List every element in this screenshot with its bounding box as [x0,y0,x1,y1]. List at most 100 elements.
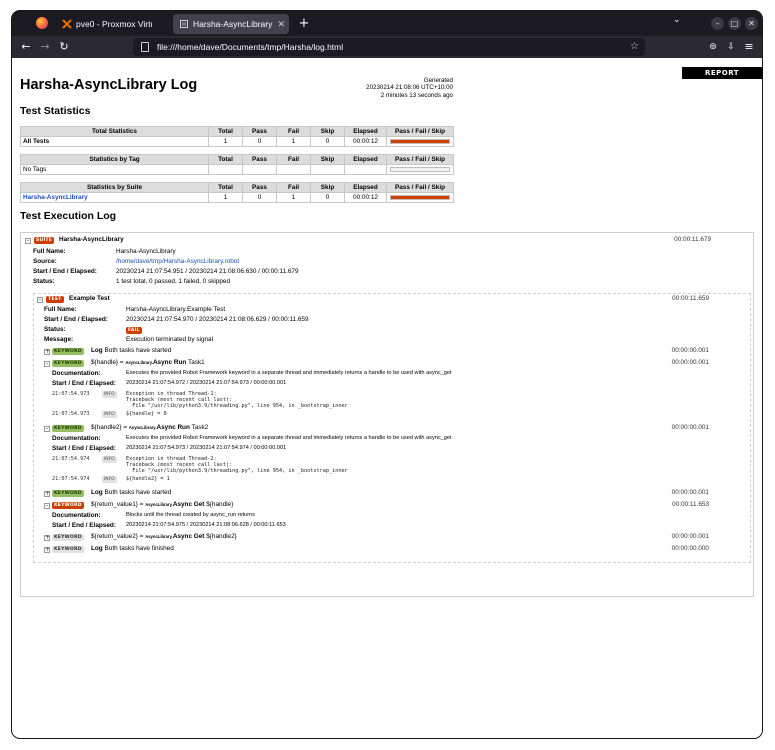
column-header[interactable]: Fail [276,182,311,193]
bookmark-star-icon[interactable]: ☆ [630,38,639,56]
tab-proxmox[interactable]: pve0 - Proxmox Virtual E [56,14,168,34]
suite-badge: SUITE [34,237,55,244]
list-all-tabs-icon[interactable]: ⌄ [673,15,681,25]
column-header[interactable]: Pass [242,154,277,165]
stat-name: All Tests [20,136,209,147]
suite-elapsed: 00:00:11.679 [674,236,711,243]
keyword-doc-label: Documentation: [52,370,101,377]
keyword-row[interactable]: ${handle2} = AsyncLibrary.Async Run Task… [91,424,208,431]
downloads-icon[interactable]: ⇩ [723,39,739,55]
keyword-badge: KEYWORD [52,348,84,355]
reload-button[interactable]: ↻ [56,39,72,55]
suite-full-name-label: Full Name: [33,248,66,255]
total-statistics-table: Total Statistics Total Pass Fail Skip El… [20,126,454,147]
minimize-button[interactable]: – [711,17,724,30]
info-badge: INFO [102,456,117,463]
column-header[interactable]: Total Statistics [20,126,209,137]
stat-graph [386,136,454,147]
column-header[interactable]: Skip [310,154,345,165]
maximize-button[interactable]: □ [728,17,741,30]
keyword-row[interactable]: ${handle} = AsyncLibrary.Async Run Task1 [91,359,205,366]
stat-name: No Tags [20,164,209,175]
keyword-doc: Blocks until the thread created by async… [126,512,256,518]
column-header[interactable]: Total [208,154,243,165]
message-text: Exception in thread Thread-1: Traceback … [126,391,348,410]
collapse-toggle[interactable]: – [37,297,43,303]
message-time: 21:07:54.973 [52,411,90,417]
keyword-row[interactable]: Log Both tasks have started [91,489,171,496]
stat-name: Harsha-AsyncLibrary [20,192,209,203]
report-button[interactable]: REPORT [682,67,762,79]
keyword-row[interactable]: Log Both tasks have finished [91,545,174,552]
keyword-elapsed: 00:00:00.001 [671,424,709,431]
message-time: 21:07:54.974 [52,456,90,462]
stat-skip: 0 [310,192,345,203]
column-header[interactable]: Skip [310,126,345,137]
stat-total [208,164,243,175]
column-header[interactable]: Pass / Fail / Skip [386,182,454,193]
suite-link[interactable]: Harsha-AsyncLibrary [23,194,88,201]
column-header[interactable]: Fail [276,126,311,137]
generated-ago: 2 minutes 13 seconds ago [380,91,453,99]
url-text[interactable]: file:///home/dave/Documents/tmp/Harsha/l… [157,38,343,56]
keyword-row[interactable]: Log Both tasks have started [91,347,171,354]
keyword-start-end-label: Start / End / Elapsed: [52,522,116,529]
tab-log[interactable]: Harsha-AsyncLibrary Log ✕ [173,14,289,34]
forward-button[interactable]: → [37,39,53,55]
column-header[interactable]: Pass / Fail / Skip [386,154,454,165]
generated-time: 20230214 21:08:06 UTC+10:00 [366,84,453,92]
close-window-button[interactable]: ✕ [745,17,758,30]
keyword-start-end-label: Start / End / Elapsed: [52,445,116,452]
column-header[interactable]: Total [208,182,243,193]
keyword-elapsed: 00:00:11.653 [672,501,709,508]
column-header[interactable]: Elapsed [344,182,387,193]
keyword-row[interactable]: ${return_value2} = AsyncLibrary.Async Ge… [91,533,237,540]
column-header[interactable]: Elapsed [344,126,387,137]
collapse-toggle[interactable]: – [44,426,50,432]
new-tab-button[interactable]: + [296,14,312,34]
test-message: Execution terminated by signal [126,336,214,343]
column-header[interactable]: Elapsed [344,154,387,165]
expand-toggle[interactable]: + [44,349,50,355]
column-header[interactable]: Statistics by Tag [20,154,209,165]
keyword-start-end: 20230214 21:07:54.973 / 20230214 21:07:5… [126,445,287,451]
url-bar[interactable]: file:///home/dave/Documents/tmp/Harsha/l… [133,38,645,56]
column-header[interactable]: Pass / Fail / Skip [386,126,454,137]
suite-statistics-table: Statistics by Suite Total Pass Fail Skip… [20,182,454,203]
keyword-row[interactable]: ${return_value1} = AsyncLibrary.Async Ge… [91,501,233,508]
column-header[interactable]: Statistics by Suite [20,182,209,193]
fail-fill [391,196,449,199]
firefox-view-icon[interactable] [36,17,48,29]
collapse-toggle[interactable]: – [25,238,31,244]
expand-toggle[interactable]: + [44,547,50,553]
test-name[interactable]: Example Test [69,295,110,302]
stat-elapsed: 00:00:12 [344,192,387,203]
keyword-badge: KEYWORD [52,546,84,553]
tab-bar: pve0 - Proxmox Virtual E Harsha-AsyncLib… [12,11,762,36]
expand-toggle[interactable]: + [44,491,50,497]
keyword-doc-label: Documentation: [52,435,101,442]
info-badge: INFO [102,411,117,418]
message-text: Exception in thread Thread-2: Traceback … [126,456,348,475]
pass-fail-skip-bar [390,167,450,172]
keyword-doc: Executes the provided Robot Framework ke… [126,435,452,441]
table-row: No Tags [20,164,454,175]
keyword-start-end: 20230214 21:07:54.972 / 20230214 21:07:5… [126,380,287,386]
expand-toggle[interactable]: + [44,535,50,541]
tab-title: Harsha-AsyncLibrary Log [193,19,273,29]
suite-source-link[interactable]: /home/dave/tmp/Harsha-AsyncLibrary.robot [116,258,239,265]
collapse-toggle[interactable]: – [44,503,50,509]
column-header[interactable]: Pass [242,126,277,137]
back-button[interactable]: ← [18,39,34,55]
close-tab-icon[interactable]: ✕ [277,14,285,34]
generated-info: Generated 20230214 21:08:06 UTC+10:00 2 … [357,77,453,99]
pocket-icon[interactable]: ⊚ [705,39,721,55]
column-header[interactable]: Fail [276,154,311,165]
column-header[interactable]: Total [208,126,243,137]
table-row: Harsha-AsyncLibrary 1 0 1 0 00:00:12 [20,192,454,203]
column-header[interactable]: Skip [310,182,345,193]
app-menu-icon[interactable]: ≡ [741,39,757,55]
suite-name[interactable]: Harsha-AsyncLibrary [59,236,124,243]
collapse-toggle[interactable]: – [44,361,50,367]
column-header[interactable]: Pass [242,182,277,193]
